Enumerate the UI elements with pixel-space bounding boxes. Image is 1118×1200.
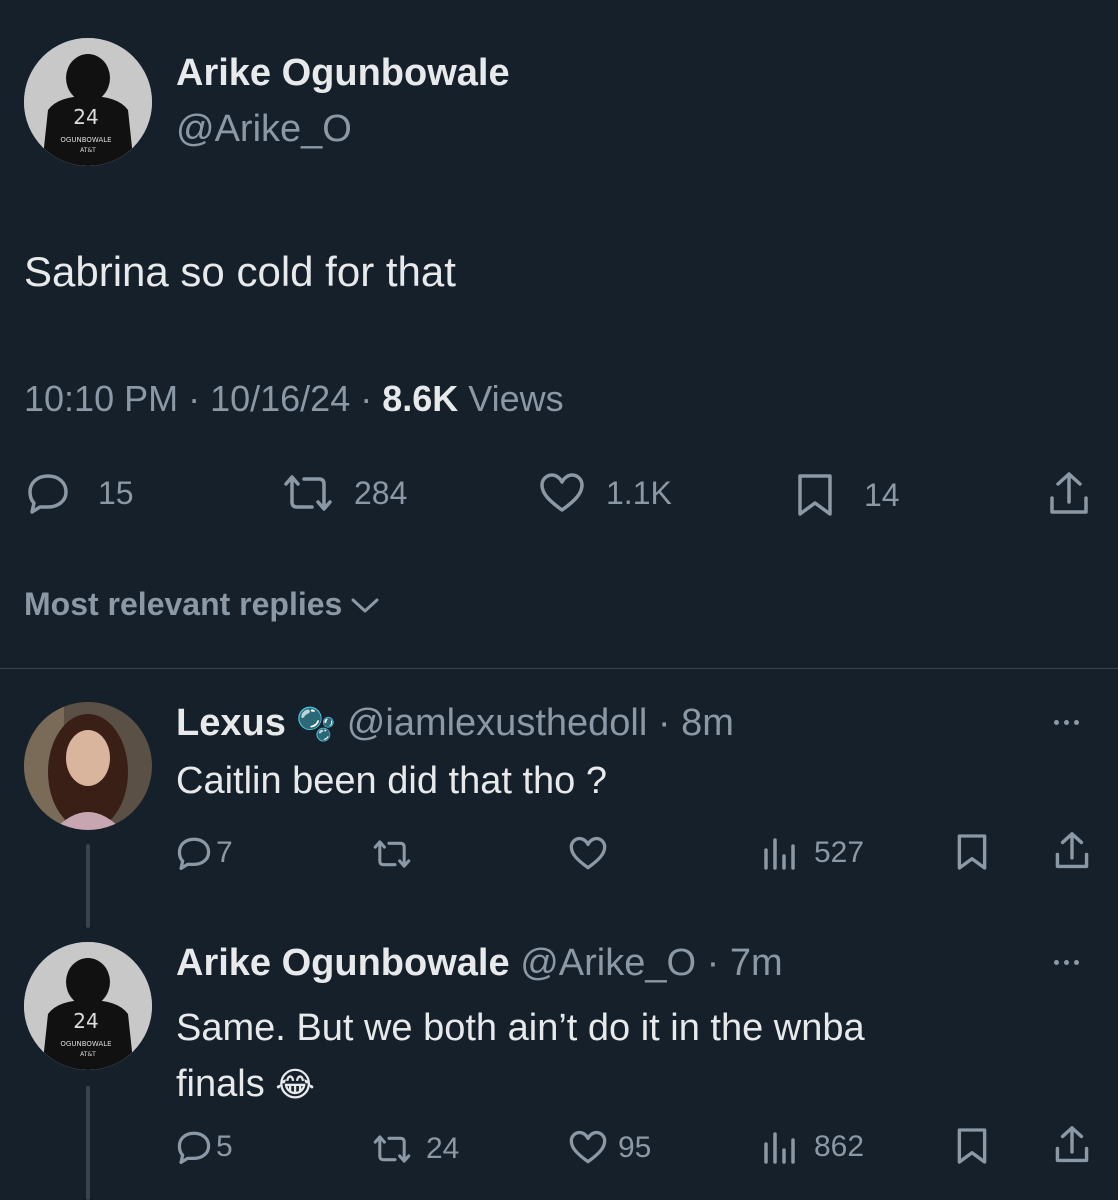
reply-icon bbox=[176, 1130, 212, 1164]
reply-text-word: finals bbox=[176, 1063, 265, 1105]
reply-header: Arike Ogunbowale @Arike_O · 7m bbox=[176, 942, 783, 985]
reply-author-name[interactable]: Arike Ogunbowale bbox=[176, 942, 510, 984]
meta-separator: · bbox=[350, 378, 383, 419]
meta-separator: · bbox=[696, 942, 730, 984]
reply-icon bbox=[176, 836, 212, 870]
jersey-number: 24 bbox=[73, 105, 98, 129]
jersey-sponsor: AT&T bbox=[80, 1051, 96, 1058]
analytics-icon bbox=[762, 836, 798, 870]
tweet-meta: 10:10 PM · 10/16/24 · 8.6K Views bbox=[24, 378, 564, 420]
reply-text: Caitlin been did that tho ? bbox=[176, 760, 607, 802]
jersey-avatar-image: 24 OGUNBOWALE AT&T bbox=[24, 942, 152, 1070]
views-count: 8.6K bbox=[382, 378, 459, 419]
jersey-name: OGUNBOWALE bbox=[60, 1040, 111, 1048]
replies-sort-dropdown[interactable]: Most relevant replies bbox=[24, 586, 380, 623]
jersey-number: 24 bbox=[73, 1009, 98, 1033]
reply-text: Same. But we both ain’t do it in the wnb… bbox=[176, 1000, 865, 1113]
section-divider bbox=[0, 668, 1118, 669]
reply-text-line: Same. But we both ain’t do it in the wnb… bbox=[176, 1007, 865, 1049]
more-options-icon[interactable] bbox=[1054, 960, 1079, 965]
tweet-time[interactable]: 10:10 PM bbox=[24, 378, 178, 419]
repost-icon bbox=[278, 472, 338, 514]
reply-icon bbox=[26, 472, 70, 514]
author-avatar[interactable]: 24 OGUNBOWALE AT&T bbox=[24, 38, 152, 166]
bookmark-icon[interactable] bbox=[956, 832, 988, 872]
repost-count: 24 bbox=[426, 1132, 460, 1165]
views-count: 862 bbox=[814, 1130, 865, 1163]
profile-photo-image bbox=[24, 702, 152, 830]
reply-button[interactable]: 15 bbox=[26, 472, 134, 514]
reply-button[interactable]: 5 bbox=[176, 1130, 233, 1164]
tweet-date[interactable]: 10/16/24 bbox=[210, 378, 350, 419]
laughing-emoji: 😂 bbox=[275, 1066, 316, 1104]
tweet-detail-screen: 24 OGUNBOWALE AT&T Arike Ogunbowale @Ari… bbox=[0, 0, 1118, 1200]
bubbles-emoji: 🫧 bbox=[296, 706, 337, 742]
like-button[interactable]: 1.1K bbox=[538, 472, 672, 514]
jersey-sponsor: AT&T bbox=[80, 147, 96, 154]
reply-count: 15 bbox=[98, 474, 134, 511]
reply-button[interactable]: 7 bbox=[176, 836, 233, 870]
views-count: 527 bbox=[814, 836, 865, 869]
share-icon[interactable] bbox=[1054, 830, 1090, 872]
views-label: Views bbox=[458, 378, 564, 419]
reply-age[interactable]: 8m bbox=[681, 702, 734, 744]
replies-sort-label: Most relevant replies bbox=[24, 586, 343, 622]
views-button[interactable]: 862 bbox=[762, 1130, 864, 1164]
reply-count: 5 bbox=[216, 1130, 233, 1163]
author-name[interactable]: Arike Ogunbowale bbox=[176, 52, 510, 95]
reply-age[interactable]: 7m bbox=[730, 942, 783, 984]
repost-icon[interactable] bbox=[368, 838, 416, 870]
reply-count: 7 bbox=[216, 836, 233, 869]
like-button[interactable]: 95 bbox=[568, 1130, 651, 1165]
heart-icon[interactable] bbox=[568, 836, 608, 871]
reply-author-handle[interactable]: @Arike_O bbox=[520, 942, 696, 984]
repost-button[interactable]: 24 bbox=[368, 1132, 459, 1166]
more-options-icon[interactable] bbox=[1054, 720, 1079, 725]
heart-icon bbox=[538, 472, 586, 514]
jersey-name: OGUNBOWALE bbox=[60, 136, 111, 144]
reply-author-name[interactable]: Lexus bbox=[176, 702, 286, 744]
bookmark-count: 14 bbox=[864, 476, 900, 513]
chevron-down-icon bbox=[350, 595, 380, 615]
meta-separator: · bbox=[647, 702, 682, 744]
views-button[interactable]: 527 bbox=[762, 836, 864, 870]
meta-separator: · bbox=[178, 378, 211, 419]
jersey-avatar-image: 24 OGUNBOWALE AT&T bbox=[24, 38, 152, 166]
like-count: 1.1K bbox=[606, 474, 672, 511]
repost-icon bbox=[368, 1133, 416, 1165]
bookmark-icon bbox=[796, 472, 834, 518]
tweet-text: Sabrina so cold for that bbox=[24, 248, 456, 295]
reply-avatar-lexus[interactable] bbox=[24, 702, 152, 830]
bookmark-icon[interactable] bbox=[956, 1126, 988, 1166]
thread-connector-line bbox=[86, 844, 90, 928]
reply-text-line: finals 😂 bbox=[176, 1056, 865, 1113]
reply-avatar-arike[interactable]: 24 OGUNBOWALE AT&T bbox=[24, 942, 152, 1070]
repost-button[interactable]: 284 bbox=[278, 472, 407, 514]
like-count: 95 bbox=[618, 1130, 652, 1164]
reply-author-handle[interactable]: @iamlexusthedoll bbox=[347, 702, 648, 744]
author-handle[interactable]: @Arike_O bbox=[176, 108, 352, 151]
reply-header: Lexus 🫧 @iamlexusthedoll · 8m bbox=[176, 702, 734, 745]
thread-connector-line bbox=[86, 1086, 90, 1200]
heart-icon bbox=[568, 1130, 608, 1165]
bookmark-button[interactable]: 14 bbox=[796, 472, 900, 518]
analytics-icon bbox=[762, 1130, 798, 1164]
share-icon[interactable] bbox=[1048, 470, 1090, 518]
share-icon[interactable] bbox=[1054, 1124, 1090, 1166]
repost-count: 284 bbox=[354, 474, 408, 511]
